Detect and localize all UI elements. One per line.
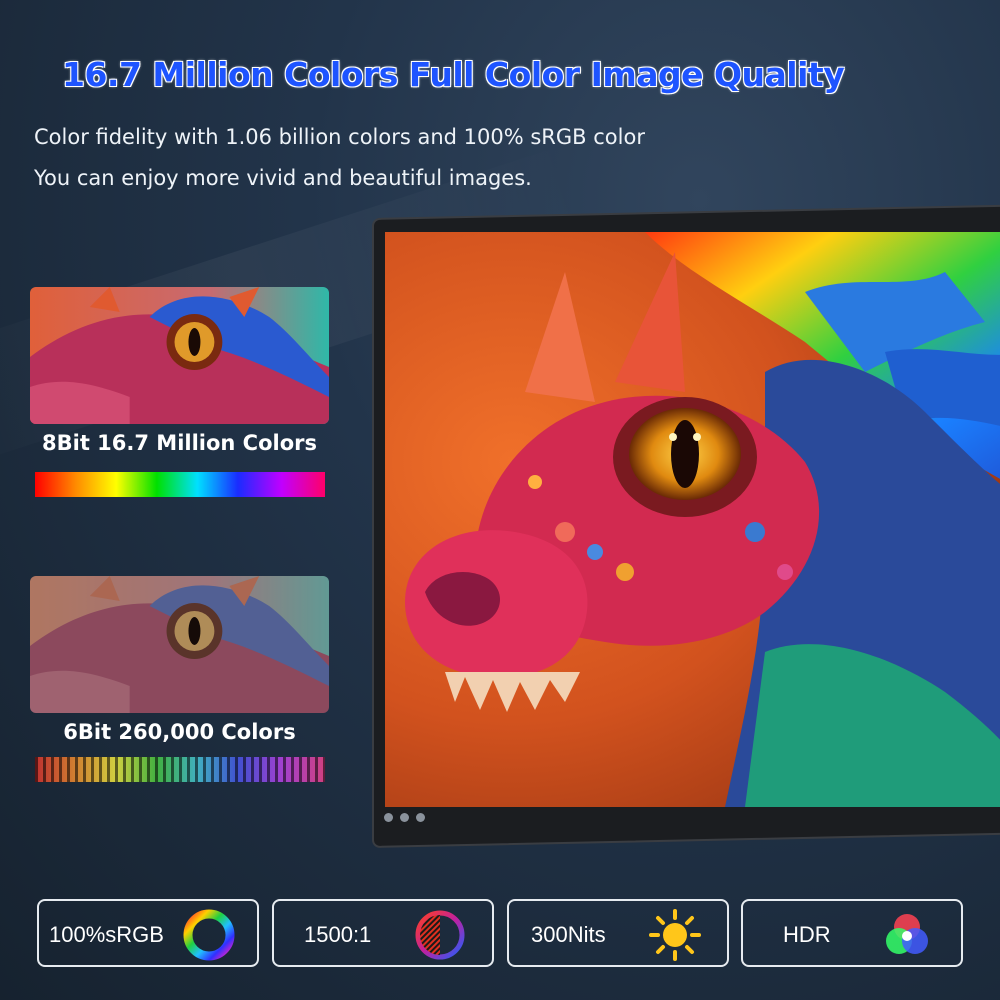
feature-label: 100%sRGB [49, 922, 164, 947]
subtitle-line-2: You can enjoy more vivid and beautiful i… [34, 166, 532, 190]
dragon-thumbnail-8bit [30, 287, 329, 424]
monitor-button [400, 813, 409, 822]
rgb-circles-icon [879, 907, 935, 963]
product-banner: { "headline": "16.7 Million Colors Full … [0, 0, 1000, 1000]
feature-contrast: 1500:1 [272, 899, 494, 967]
contrast-icon [412, 907, 468, 963]
monitor-button [416, 813, 425, 822]
feature-label: 300Nits [531, 922, 606, 947]
eight-bit-gradient-bar [35, 472, 325, 497]
feature-label: HDR [783, 922, 831, 947]
dragon-thumbnail-6bit [30, 576, 329, 713]
six-bit-caption: 6Bit 260,000 Colors [63, 720, 296, 744]
monitor-buttons [384, 813, 425, 822]
sun-icon [647, 907, 703, 963]
six-bit-gradient-bar [35, 757, 325, 782]
feature-hdr: HDR [741, 899, 963, 967]
monitor-button [384, 813, 393, 822]
color-wheel-icon [181, 907, 237, 963]
feature-label: 1500:1 [304, 922, 372, 947]
eight-bit-caption: 8Bit 16.7 Million Colors [42, 431, 317, 455]
feature-brightness: 300Nits [507, 899, 729, 967]
monitor-screen-dragon [385, 232, 1000, 807]
headline: 16.7 Million Colors Full Color Image Qua… [62, 55, 845, 94]
feature-srgb: 100%sRGB [37, 899, 259, 967]
subtitle-line-1: Color fidelity with 1.06 billion colors … [34, 125, 645, 149]
